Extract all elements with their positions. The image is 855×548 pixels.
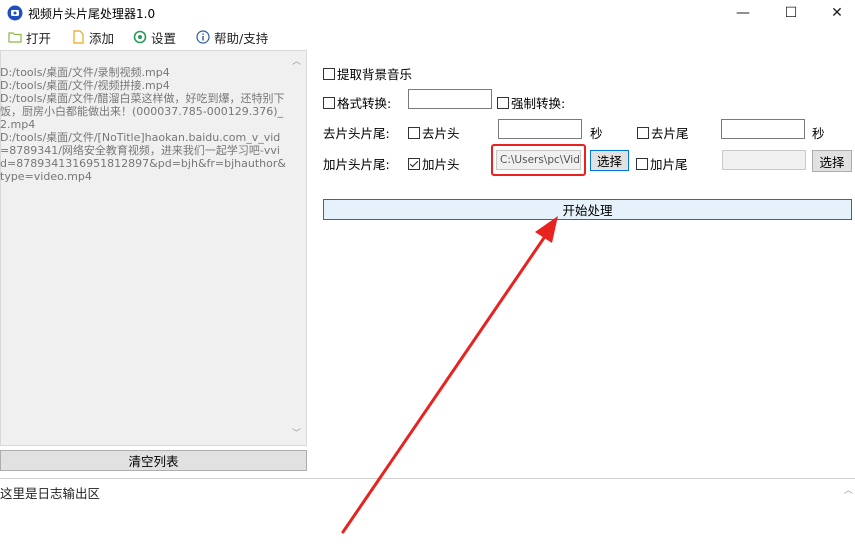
format-input[interactable] xyxy=(408,89,492,109)
log-text: 这里是日志输出区 xyxy=(0,486,101,501)
add-head-choose-button[interactable]: 选择 xyxy=(590,150,629,171)
add-file-icon xyxy=(71,30,85,44)
remove-tail-seconds-input[interactable] xyxy=(721,119,805,139)
remove-head-checkbox[interactable] xyxy=(408,126,420,139)
log-scroll-up-icon[interactable]: ︿ xyxy=(844,483,853,496)
extract-music-checkbox[interactable] xyxy=(323,67,335,80)
gear-icon xyxy=(133,30,147,44)
highlight-annotation xyxy=(491,144,586,176)
scroll-up-icon[interactable]: ︿ xyxy=(292,54,301,67)
format-convert-checkbox[interactable] xyxy=(323,96,335,109)
add-head-label: 加片头 xyxy=(422,157,460,172)
force-convert-label: 强制转换: xyxy=(511,96,566,111)
remove-tail-unit: 秒 xyxy=(812,126,825,141)
close-button[interactable]: ✕ xyxy=(814,0,855,26)
minimize-button[interactable]: — xyxy=(720,0,766,26)
add-tail-choose-button[interactable]: 选择 xyxy=(812,150,852,172)
add-label: 添加 xyxy=(89,30,115,46)
help-button[interactable]: 帮助/支持 xyxy=(196,27,268,47)
window-title: 视频片头片尾处理器1.0 xyxy=(28,7,156,21)
remove-tail-checkbox[interactable] xyxy=(637,126,649,139)
remove-head-label: 去片头 xyxy=(422,126,460,141)
open-label: 打开 xyxy=(26,30,52,46)
add-tail-option[interactable]: 加片尾 xyxy=(636,154,688,173)
scroll-down-icon[interactable]: ﹀ xyxy=(292,426,301,439)
add-head-checkbox[interactable] xyxy=(408,157,420,170)
add-tail-label: 加片尾 xyxy=(650,157,688,172)
add-head-option[interactable]: 加片头 xyxy=(408,154,460,173)
folder-icon xyxy=(8,30,22,44)
force-convert-option[interactable]: 强制转换: xyxy=(497,93,565,112)
start-processing-button[interactable]: 开始处理 xyxy=(323,199,852,220)
settings-label: 设置 xyxy=(151,30,177,46)
format-convert-label: 格式转换: xyxy=(337,96,392,111)
remove-tail-label: 去片尾 xyxy=(651,126,689,141)
open-button[interactable]: 打开 xyxy=(8,27,51,47)
extract-music-option[interactable]: 提取背景音乐 xyxy=(323,64,412,83)
app-logo-icon xyxy=(7,5,23,21)
remove-tail-option[interactable]: 去片尾 xyxy=(637,123,689,142)
remove-head-seconds-input[interactable] xyxy=(498,119,582,139)
remove-head-unit: 秒 xyxy=(590,126,603,141)
settings-button[interactable]: 设置 xyxy=(133,27,176,47)
help-label: 帮助/支持 xyxy=(214,30,269,46)
file-list-text: D:/tools/桌面/文件/录制视频.mp4 D:/tools/桌面/文件/视… xyxy=(0,66,286,183)
add-tail-path-input[interactable] xyxy=(722,150,806,170)
remove-label: 去片头片尾: xyxy=(323,126,390,141)
add-tail-checkbox[interactable] xyxy=(636,157,648,170)
add-button[interactable]: 添加 xyxy=(71,27,114,47)
force-convert-checkbox[interactable] xyxy=(497,96,509,109)
add-label: 加片头片尾: xyxy=(323,157,390,172)
extract-music-label: 提取背景音乐 xyxy=(337,67,413,82)
maximize-button[interactable]: ☐ xyxy=(768,0,814,26)
info-icon xyxy=(196,30,210,44)
clear-list-button[interactable]: 清空列表 xyxy=(0,450,307,471)
log-output-area[interactable] xyxy=(0,478,855,548)
format-convert-option[interactable]: 格式转换: xyxy=(323,93,391,112)
remove-head-option[interactable]: 去片头 xyxy=(408,123,460,142)
